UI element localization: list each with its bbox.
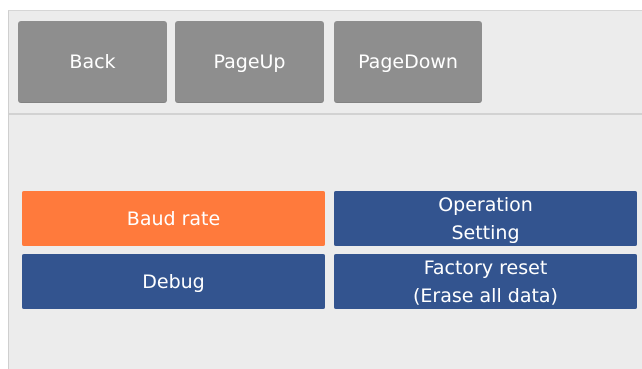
baud-rate-button[interactable]: Baud rate [22,191,325,246]
back-button-label: Back [69,51,116,73]
back-button[interactable]: Back [18,21,167,103]
debug-label: Debug [142,270,205,293]
factory-reset-label-line2: (Erase all data) [413,284,558,307]
operation-setting-button[interactable]: Operation Setting [334,191,637,246]
page-down-button[interactable]: PageDown [334,21,482,103]
page-down-button-label: PageDown [358,51,458,73]
factory-reset-label-line1: Factory reset [423,256,548,279]
factory-reset-button[interactable]: Factory reset (Erase all data) [334,254,637,309]
toolbar-divider [9,113,642,115]
settings-panel: Back PageUp PageDown Baud rate Operation… [8,10,642,369]
page-up-button-label: PageUp [213,51,286,73]
page-up-button[interactable]: PageUp [175,21,324,103]
top-toolbar: Back PageUp PageDown [9,11,642,113]
operation-setting-label-line2: Setting [451,221,520,244]
operation-setting-label-line1: Operation [438,193,533,216]
debug-button[interactable]: Debug [22,254,325,309]
baud-rate-label: Baud rate [126,207,221,230]
